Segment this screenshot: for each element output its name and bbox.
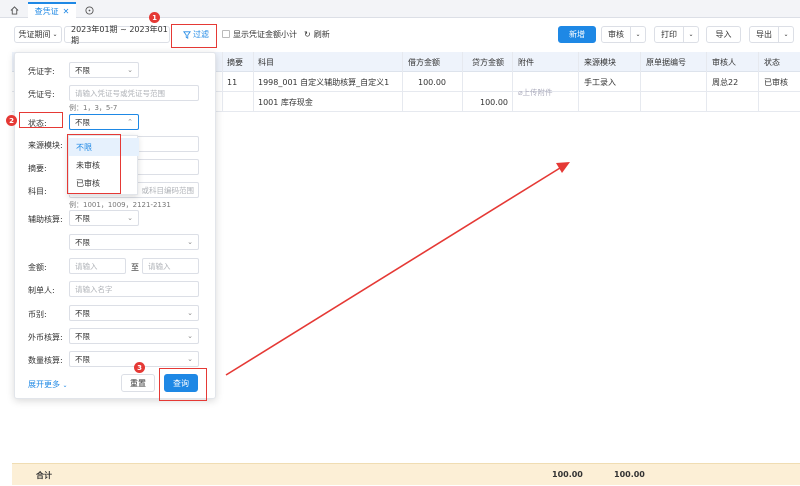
chevron-down-icon: ⌄ (127, 66, 133, 74)
amount-separator: 至 (131, 263, 139, 272)
annotation-badge-2: 2 (6, 115, 17, 126)
fx-select[interactable]: 不限 ⌄ (69, 328, 199, 344)
chevron-down-icon: ⌄ (187, 238, 193, 246)
chevron-down-icon: ⌄ (62, 382, 68, 389)
voucher-word-label: 凭证字: (28, 67, 55, 76)
aux-select[interactable]: 不限 ⌄ (69, 210, 139, 226)
voucher-no-label: 凭证号: (28, 90, 55, 99)
query-highlight-box (159, 368, 207, 401)
amount-to-input[interactable]: 请输入 (142, 258, 199, 274)
qty-label: 数量核算: (28, 356, 63, 365)
currency-label: 币别: (28, 310, 47, 319)
summary-label: 摘要: (28, 164, 47, 173)
reset-button[interactable]: 重置 (121, 374, 155, 392)
amount-to-placeholder: 请输入 (148, 261, 171, 271)
status-dropdown-highlight (67, 134, 121, 194)
subject-label: 科目: (28, 187, 47, 196)
maker-input[interactable]: 请输入名字 (69, 281, 199, 297)
voucher-no-placeholder: 请输入凭证号或凭证号范围 (75, 88, 165, 98)
amount-label: 金额: (28, 263, 47, 272)
amount-from-placeholder: 请输入 (75, 261, 98, 271)
aux-label: 辅助核算: (28, 215, 63, 224)
status-label-highlight (19, 112, 63, 128)
amount-from-input[interactable]: 请输入 (69, 258, 126, 274)
source-module-label: 来源模块: (28, 141, 63, 150)
voucher-word-select[interactable]: 不限 ⌄ (69, 62, 139, 78)
expand-label: 展开更多 (28, 380, 60, 389)
voucher-no-input[interactable]: 请输入凭证号或凭证号范围 (69, 85, 199, 101)
status-select[interactable]: 不限 ⌃ (69, 114, 139, 130)
aux-item-select[interactable]: 不限 ⌄ (69, 234, 199, 250)
chevron-up-icon: ⌃ (127, 118, 133, 126)
filter-popover: 凭证字: 不限 ⌄ 凭证号: 请输入凭证号或凭证号范围 例：1，3，5-7 状态… (14, 52, 216, 399)
currency-select[interactable]: 不限 ⌄ (69, 305, 199, 321)
status-value: 不限 (75, 117, 90, 127)
qty-value: 不限 (75, 354, 90, 364)
subject-hint: 例：1001，1009，2121-2131 (69, 201, 171, 209)
maker-label: 制单人: (28, 286, 55, 295)
fx-label: 外币核算: (28, 333, 63, 342)
fx-value: 不限 (75, 331, 90, 341)
aux-item-value: 不限 (75, 237, 90, 247)
voucher-word-value: 不限 (75, 65, 90, 75)
chevron-down-icon: ⌄ (187, 332, 193, 340)
aux-value: 不限 (75, 213, 90, 223)
chevron-down-icon: ⌄ (187, 355, 193, 363)
currency-value: 不限 (75, 308, 90, 318)
subject-placeholder: 或科目编码范围 (141, 185, 195, 195)
annotation-badge-3: 3 (134, 362, 145, 373)
reset-label: 重置 (130, 378, 146, 388)
chevron-down-icon: ⌄ (127, 214, 133, 222)
maker-placeholder: 请输入名字 (75, 284, 113, 294)
chevron-down-icon: ⌄ (187, 309, 193, 317)
expand-more-link[interactable]: 展开更多 ⌄ (28, 379, 68, 390)
voucher-no-hint: 例：1，3，5-7 (69, 104, 118, 112)
